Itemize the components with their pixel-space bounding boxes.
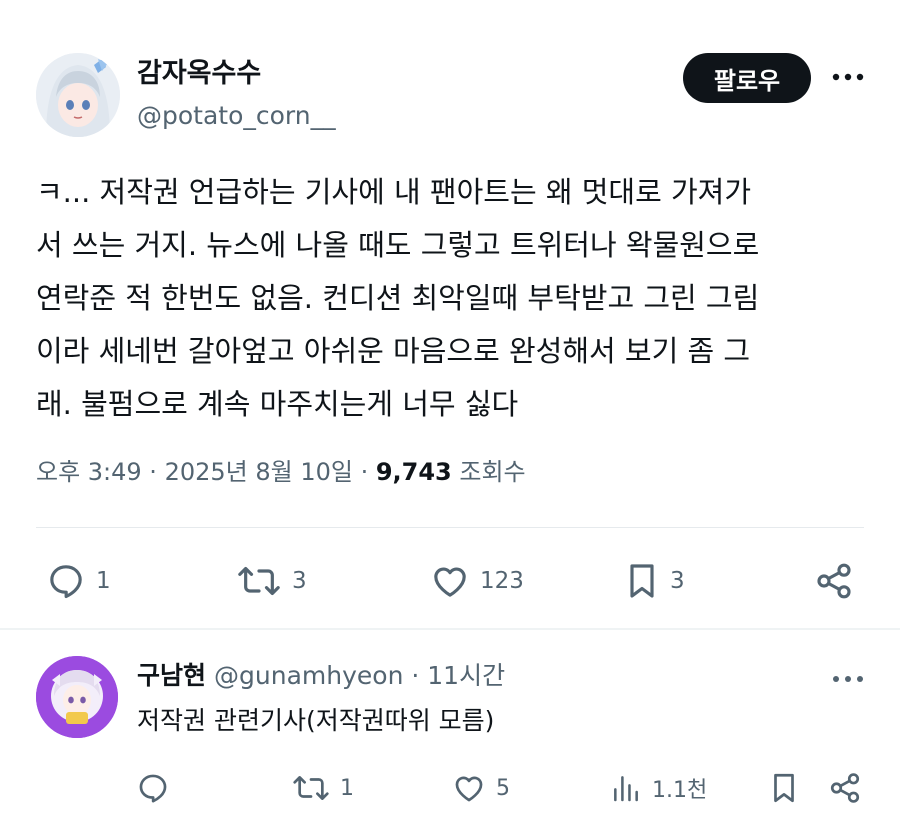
section-divider bbox=[0, 628, 900, 630]
views-icon bbox=[614, 776, 638, 802]
reply-header: 구남현 @gunamhyeon · 11시간 bbox=[137, 659, 505, 693]
post-text: ㅋ... 저작권 언급하는 기사에 내 팬아트는 왜 멋대로 가져가 서 쓰는 … bbox=[36, 175, 760, 421]
reply-post[interactable]: 구남현 @gunamhyeon · 11시간 저작권 관련기사(저작권따위 모름)… bbox=[0, 631, 900, 833]
reply-author-handle[interactable]: @gunamhyeon bbox=[214, 661, 403, 690]
reply-reply-button[interactable] bbox=[136, 771, 170, 805]
reply-views-count: 1.1천 bbox=[652, 778, 708, 803]
reply-repost-button[interactable]: 1 bbox=[292, 771, 354, 805]
reply-bookmark-button[interactable] bbox=[768, 771, 800, 805]
bookmark-count: 3 bbox=[670, 568, 685, 594]
reply-text: 저작권 관련기사(저작권따위 모름) bbox=[137, 706, 495, 735]
like-icon bbox=[434, 567, 466, 597]
divider bbox=[36, 527, 864, 528]
reply-icon bbox=[139, 774, 167, 803]
author-handle[interactable]: @potato_corn__ bbox=[137, 100, 336, 132]
main-post: 감자옥수수 @potato_corn__ 팔로우 ㅋ... 저작권 언급하는 기… bbox=[0, 0, 900, 630]
bookmark-icon bbox=[774, 773, 794, 803]
reply-like-button[interactable]: 5 bbox=[452, 771, 510, 805]
reply-share-button[interactable] bbox=[828, 771, 862, 805]
repost-icon bbox=[238, 566, 280, 596]
reply-like-count: 5 bbox=[496, 775, 510, 801]
share-icon bbox=[817, 563, 851, 599]
reply-time[interactable]: · 11시간 bbox=[403, 661, 505, 690]
reply-actions: 1 5 1.1천 bbox=[0, 767, 900, 811]
like-button[interactable]: 123 bbox=[430, 561, 524, 601]
reply-author-avatar[interactable] bbox=[36, 656, 118, 738]
views-label: 조회수 bbox=[451, 458, 526, 486]
like-count: 123 bbox=[480, 568, 524, 594]
repost-count: 3 bbox=[292, 568, 307, 594]
bookmark-icon bbox=[630, 564, 654, 598]
follow-button[interactable]: 팔로우 bbox=[683, 53, 811, 103]
reply-count: 1 bbox=[96, 568, 111, 594]
bookmark-button[interactable]: 3 bbox=[624, 561, 685, 601]
reply-author-name[interactable]: 구남현 bbox=[137, 661, 206, 690]
reply-button[interactable]: 1 bbox=[46, 561, 111, 601]
post-timestamp[interactable]: 오후 3:49 · 2025년 8월 10일 · bbox=[36, 458, 376, 486]
share-icon bbox=[830, 773, 860, 803]
reply-views-button[interactable]: 1.1천 bbox=[610, 771, 707, 805]
share-button[interactable] bbox=[814, 561, 854, 601]
views-count: 9,743 bbox=[375, 458, 452, 486]
more-icon[interactable] bbox=[828, 62, 868, 92]
repost-icon bbox=[293, 776, 329, 800]
author-display-name[interactable]: 감자옥수수 bbox=[137, 57, 261, 91]
like-icon bbox=[455, 776, 483, 802]
repost-button[interactable]: 3 bbox=[236, 561, 307, 601]
more-icon[interactable] bbox=[828, 664, 868, 694]
post-actions: 1 3 123 3 bbox=[0, 553, 900, 609]
post-meta: 오후 3:49 · 2025년 8월 10일 · 9,743 조회수 bbox=[36, 455, 526, 489]
author-avatar[interactable] bbox=[36, 53, 120, 137]
reply-icon bbox=[50, 565, 82, 599]
reply-repost-count: 1 bbox=[340, 775, 354, 801]
